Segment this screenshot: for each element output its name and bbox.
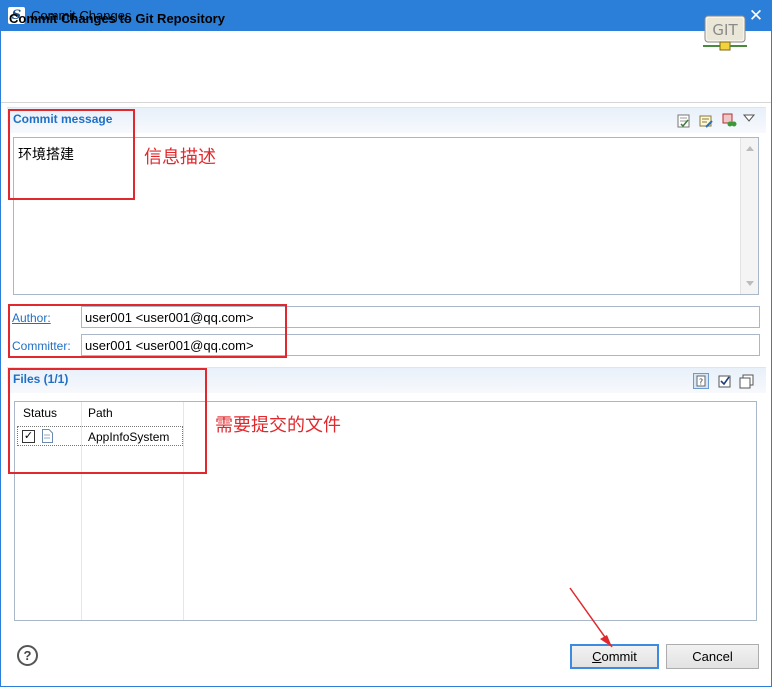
scroll-up-icon[interactable]	[746, 146, 754, 151]
add-signed-off-icon[interactable]	[698, 113, 714, 129]
spell-check-icon[interactable]	[676, 113, 692, 129]
dialog-heading: Commit Changes to Git Repository	[9, 11, 225, 26]
message-scrollbar[interactable]	[740, 138, 758, 294]
annotation-files-note: 需要提交的文件	[215, 415, 341, 435]
select-all-icon[interactable]	[717, 374, 733, 390]
cancel-button[interactable]: Cancel	[666, 644, 759, 669]
dialog-header	[0, 31, 772, 103]
annotation-box-message	[8, 109, 135, 200]
annotation-box-files	[8, 368, 207, 474]
commit-label: ommit	[601, 649, 637, 664]
amend-icon[interactable]	[721, 112, 737, 128]
scroll-down-icon[interactable]	[746, 281, 754, 286]
annotation-message-note: 信息描述	[144, 147, 216, 167]
annotation-arrow-icon	[569, 587, 613, 648]
annotation-box-identity	[8, 304, 287, 358]
svg-text:?: ?	[699, 378, 703, 387]
commit-mnemonic: C	[592, 649, 602, 664]
menu-dropdown-icon[interactable]	[743, 113, 755, 123]
svg-text:GIT: GIT	[712, 21, 738, 39]
deselect-all-icon[interactable]	[739, 374, 755, 390]
git-logo-icon: GIT	[703, 15, 747, 51]
show-untracked-icon[interactable]: ?	[693, 373, 709, 389]
help-icon[interactable]: ?	[17, 645, 38, 666]
